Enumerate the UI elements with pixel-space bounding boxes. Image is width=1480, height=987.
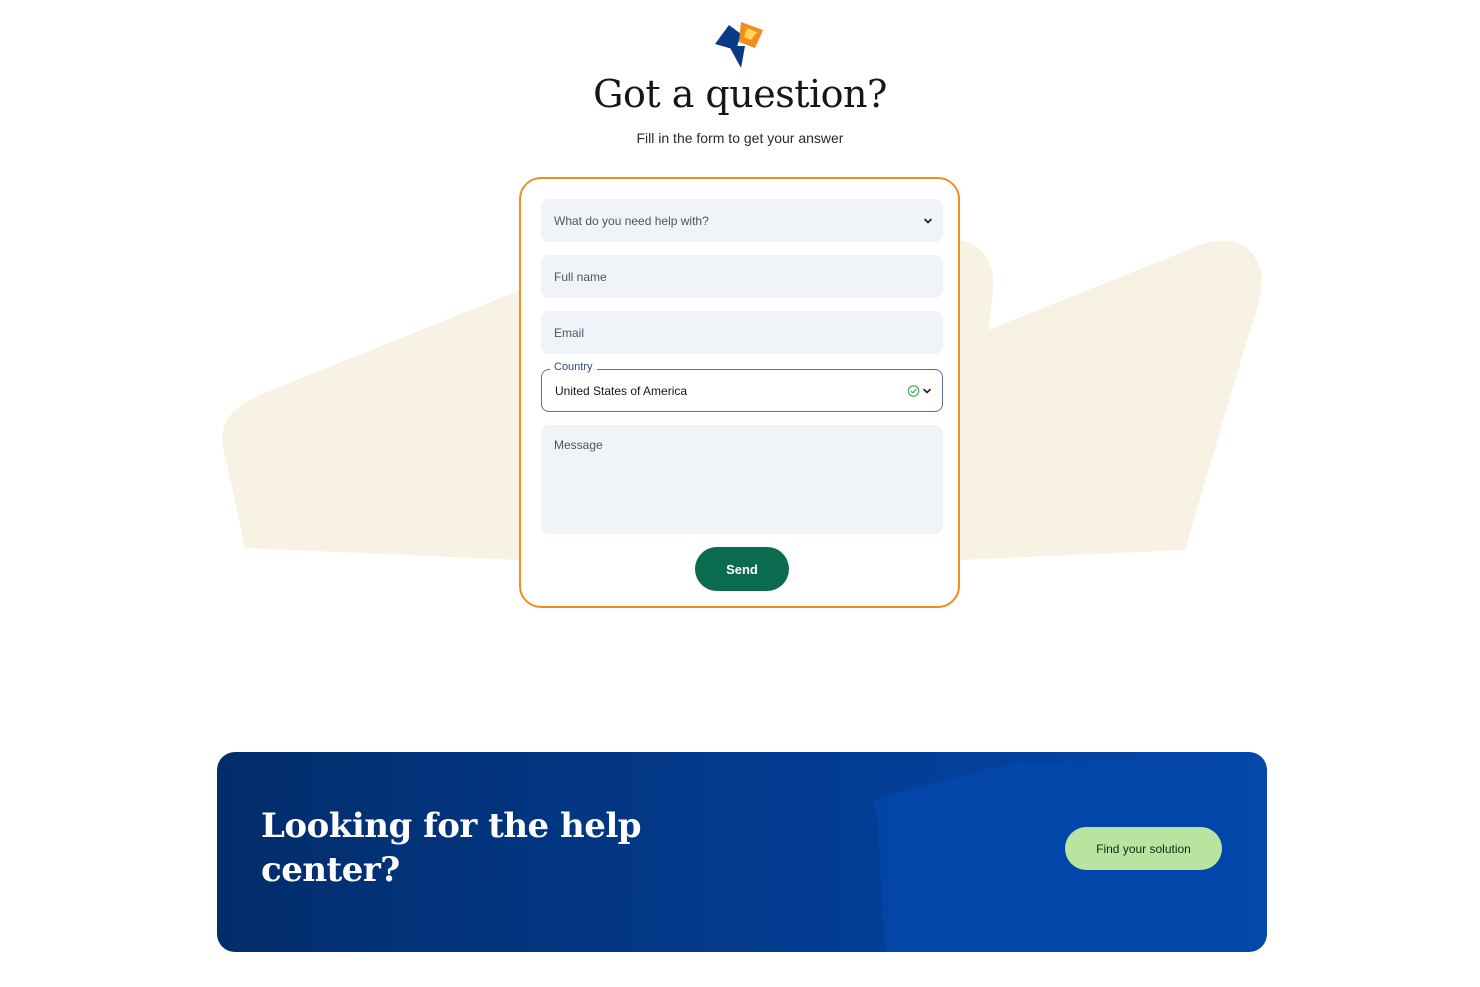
find-solution-button[interactable]: Find your solution	[1065, 827, 1222, 870]
message-placeholder: Message	[554, 438, 603, 452]
send-button[interactable]: Send	[695, 547, 789, 591]
page-title: Got a question?	[593, 72, 887, 116]
full-name-placeholder: Full name	[554, 269, 607, 284]
help-topic-select[interactable]: What do you need help with?	[541, 199, 943, 242]
chevron-down-icon	[924, 218, 932, 223]
help-center-banner: Looking for the help center? Find your s…	[217, 752, 1267, 952]
email-field[interactable]: Email	[541, 311, 943, 354]
help-topic-placeholder: What do you need help with?	[554, 213, 709, 228]
contact-page: Got a question? Fill in the form to get …	[0, 0, 1480, 987]
country-label: Country	[550, 361, 597, 373]
country-value: United States of America	[555, 383, 688, 398]
banner-title: Looking for the help center?	[261, 806, 642, 890]
full-name-field[interactable]: Full name	[541, 255, 943, 298]
brand-logo-icon	[715, 22, 763, 68]
page-subtitle: Fill in the form to get your answer	[636, 130, 844, 146]
email-placeholder: Email	[554, 325, 585, 340]
country-select[interactable]: Country United States of America	[541, 361, 943, 412]
message-field[interactable]: Message	[541, 425, 943, 534]
chevron-down-icon	[923, 388, 931, 393]
contact-form: What do you need help with? Full name Em…	[519, 177, 960, 608]
check-circle-icon	[907, 384, 920, 397]
